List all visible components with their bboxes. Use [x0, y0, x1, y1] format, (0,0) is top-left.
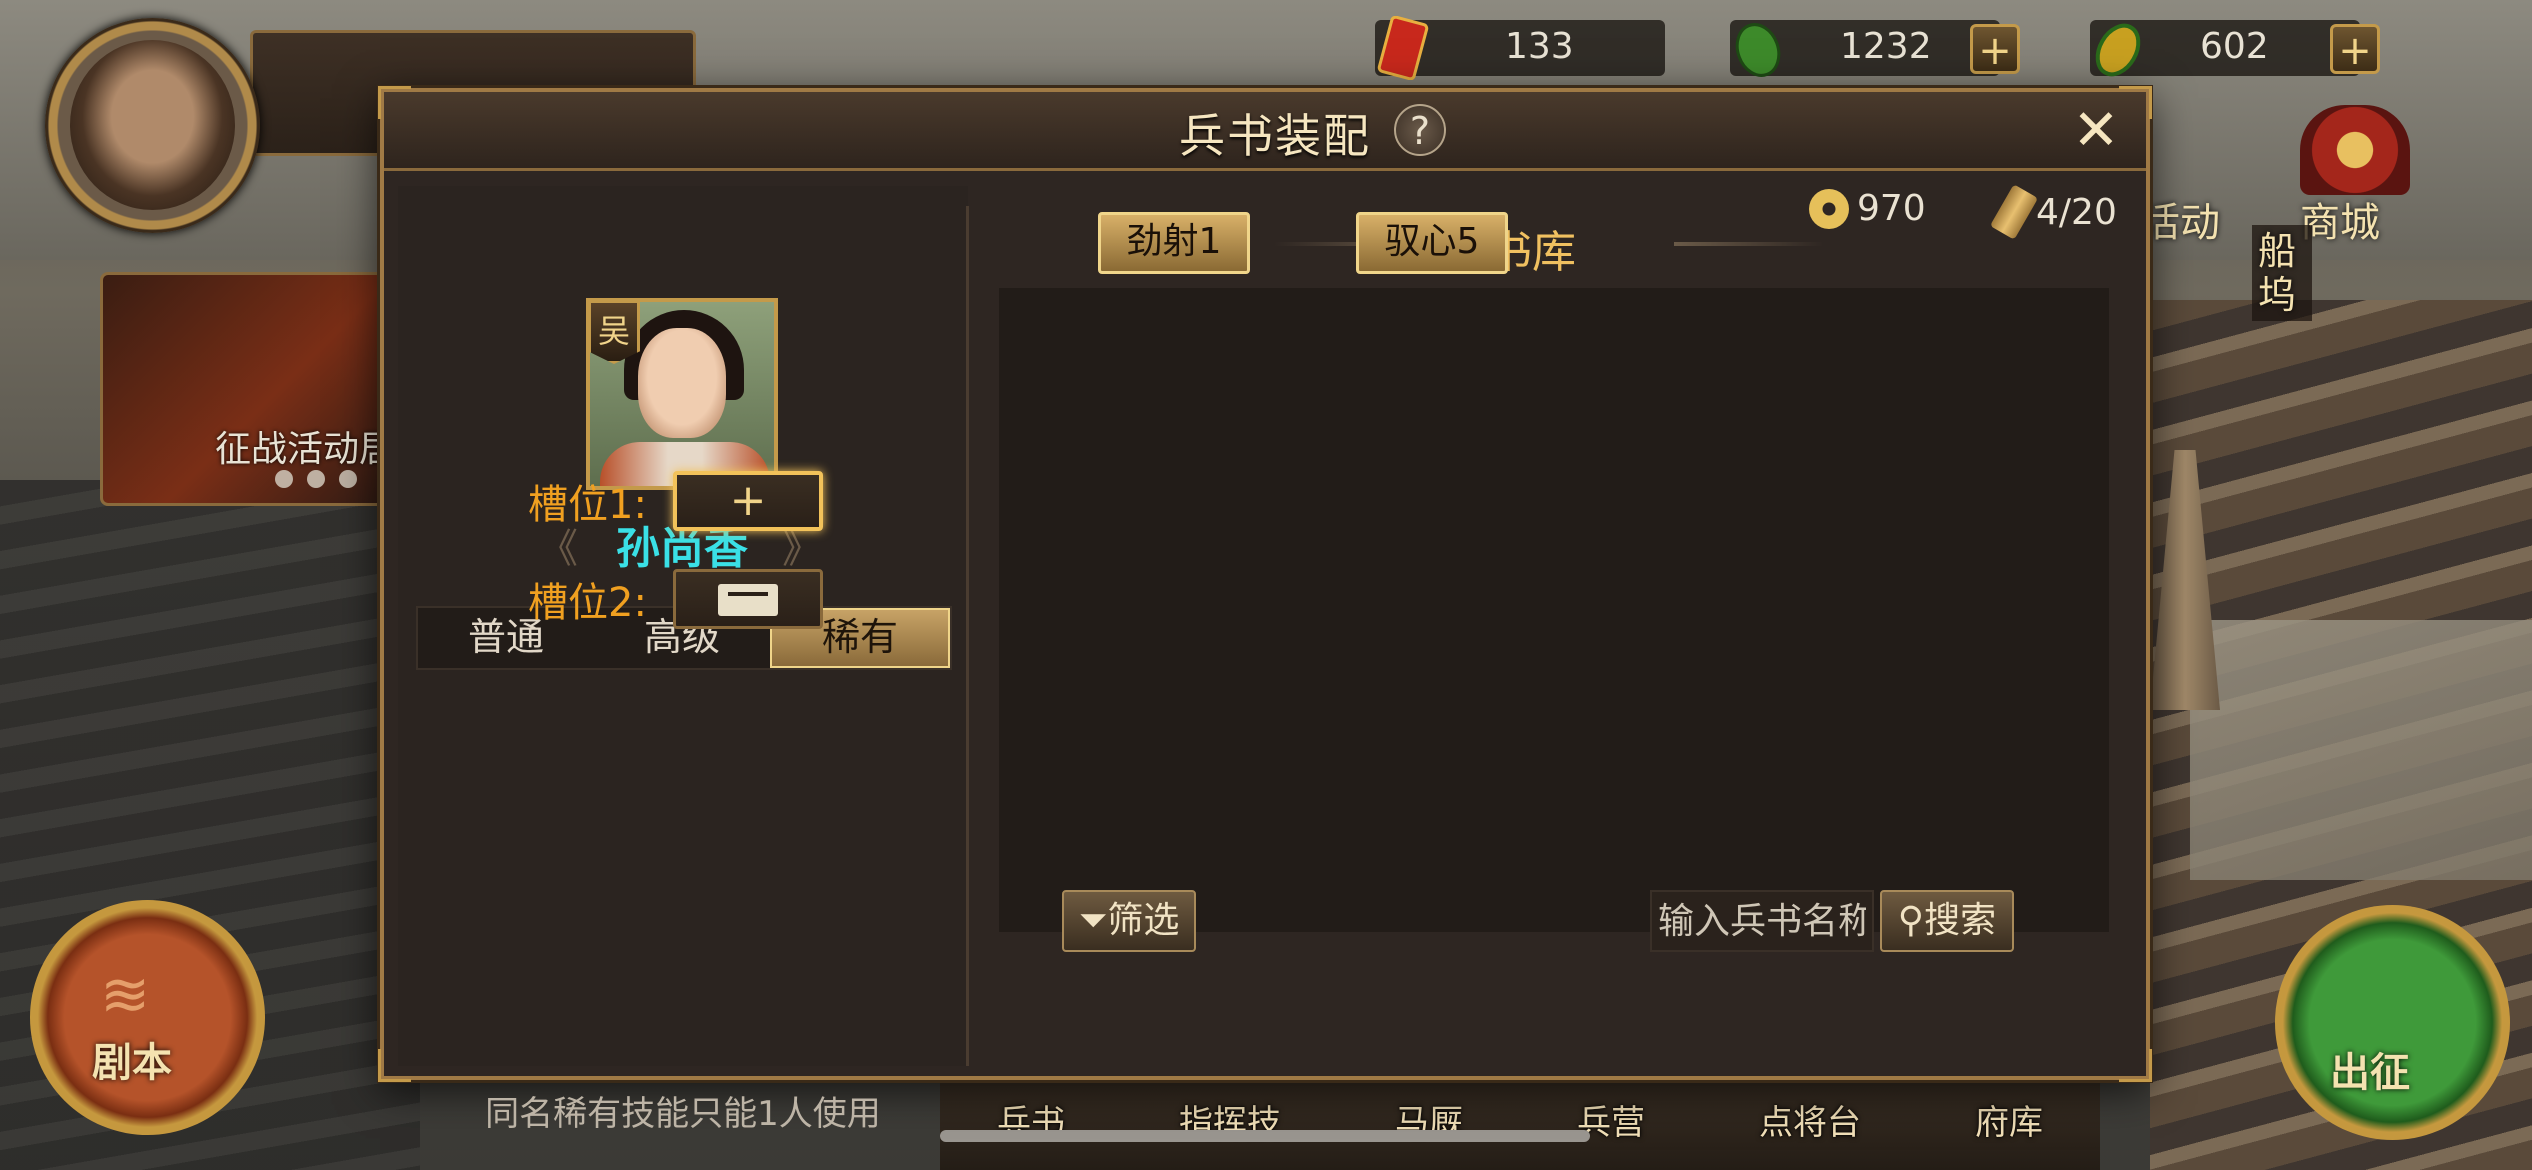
portrait-face: [638, 328, 726, 438]
filter-icon: ⏷: [1078, 900, 1108, 941]
chuzheng-label: 出征: [2330, 1050, 2410, 1096]
home-indicator: [940, 1130, 1590, 1142]
help-button[interactable]: ?: [1394, 104, 1446, 156]
resource-value: 133: [1505, 26, 1574, 67]
resource-value: 602: [2200, 26, 2269, 67]
title-ornament-right: [1674, 242, 1824, 246]
book-equip-modal: 兵书装配 ? ✕ 吴 《 孙尚香 》 普通 高级 稀有 槽位1: + 槽位2:: [378, 86, 2152, 1134]
slot-2-button[interactable]: [673, 569, 823, 629]
resource-green-jade: 1232 +: [1730, 20, 2020, 77]
panel-divider: [966, 206, 969, 1066]
book-search-input[interactable]: [1650, 890, 1874, 952]
search-icon: ⚲: [1897, 900, 1925, 941]
slot-row-1: 槽位1: +: [528, 468, 823, 534]
nav-dianjiangtai[interactable]: 点将台: [1759, 1095, 1861, 1144]
slot-label: 槽位2:: [528, 580, 647, 626]
yellow-jade-icon: [2090, 16, 2146, 80]
book-library-grid: [998, 287, 2110, 933]
slot-label: 槽位1:: [528, 482, 647, 528]
resource-red-token: 133: [1375, 15, 1665, 81]
shop-icon[interactable]: [2300, 105, 2410, 195]
book-capacity-value: 4/20: [2036, 191, 2117, 233]
slot-row-2: 槽位2:: [528, 566, 823, 632]
juben-label: 剧本: [92, 1040, 172, 1086]
filter-button[interactable]: ⏷筛选: [1062, 890, 1196, 952]
event-label: 征战活动居: [215, 429, 396, 470]
event-pager-dots: [275, 470, 357, 488]
nav-fuku[interactable]: 府库: [1975, 1095, 2043, 1144]
search-label: 搜索: [1924, 900, 1997, 941]
locked-slot-icon: [718, 584, 778, 616]
book-capacity: 4/20: [1989, 184, 2117, 240]
book-scroll-icon: [1989, 184, 2039, 240]
book-item[interactable]: 驭心5: [1356, 212, 1508, 274]
filter-label: 筛选: [1107, 900, 1180, 941]
add-green-jade-button[interactable]: +: [1970, 24, 2020, 74]
dock-button[interactable]: 船坞: [2252, 225, 2312, 321]
slot-1-add-button[interactable]: +: [673, 471, 823, 531]
coin-icon: [1809, 188, 1849, 229]
close-button[interactable]: ✕: [2066, 102, 2126, 162]
green-jade-icon: [1730, 16, 1786, 80]
town-plaza: [2190, 620, 2532, 880]
add-yellow-jade-button[interactable]: +: [2330, 24, 2380, 74]
faction-badge: 吴: [588, 300, 640, 364]
coin-value: 970: [1857, 188, 1926, 229]
modal-header: 兵书装配 ? ✕: [384, 92, 2146, 171]
coin-counter: 970: [1809, 188, 1926, 229]
frame-corner: [2119, 1049, 2152, 1082]
hero-panel: 吴 《 孙尚香 》 普通 高级 稀有 槽位1: + 槽位2: 同名稀有技能只能1…: [398, 186, 968, 1134]
search-button[interactable]: ⚲搜索: [1880, 890, 2014, 952]
resource-yellow-jade: 602 +: [2090, 20, 2380, 77]
modal-title: 兵书装配: [1179, 109, 1371, 163]
rare-skill-note: 同名稀有技能只能1人使用: [485, 1094, 881, 1134]
book-item[interactable]: 劲射1: [1098, 212, 1250, 274]
resource-value: 1232: [1840, 26, 1932, 67]
scroll-icon: ≋: [100, 960, 151, 1030]
chuzheng-button[interactable]: [2275, 905, 2510, 1140]
red-token-icon: [1375, 15, 1431, 81]
shop-button[interactable]: 商城: [2300, 190, 2380, 248]
player-avatar-face: [70, 40, 235, 210]
activity-button[interactable]: 活动: [2140, 190, 2220, 248]
